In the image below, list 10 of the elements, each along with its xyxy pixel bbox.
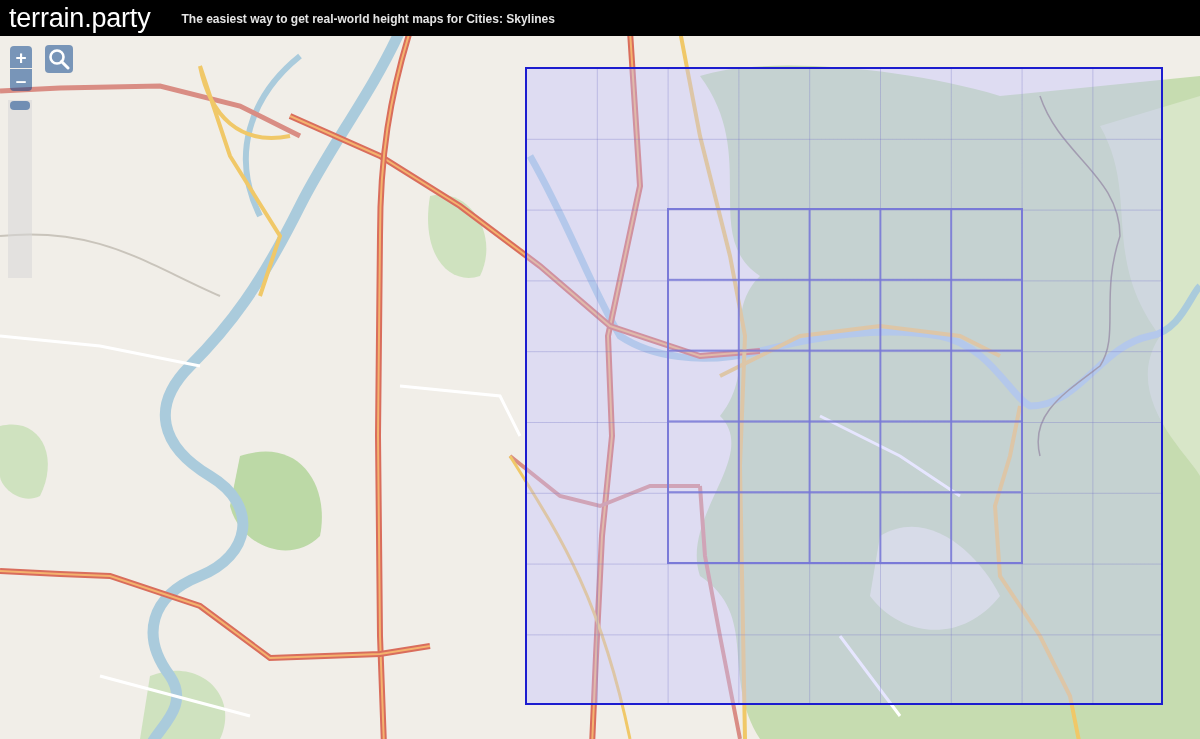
- search-button[interactable]: [45, 45, 73, 73]
- zoom-out-button[interactable]: –: [10, 69, 32, 91]
- zoom-slider-handle[interactable]: [10, 101, 30, 110]
- zoom-in-button[interactable]: +: [10, 46, 32, 68]
- map-drawing[interactable]: [0, 36, 1200, 739]
- selection-rectangle[interactable]: [525, 67, 1163, 705]
- site-title[interactable]: terrain.party: [9, 4, 151, 32]
- tagline: The easiest way to get real-world height maps for Cities: Skylines: [181, 11, 555, 28]
- zoom-slider[interactable]: [8, 100, 32, 278]
- search-icon: [48, 48, 70, 70]
